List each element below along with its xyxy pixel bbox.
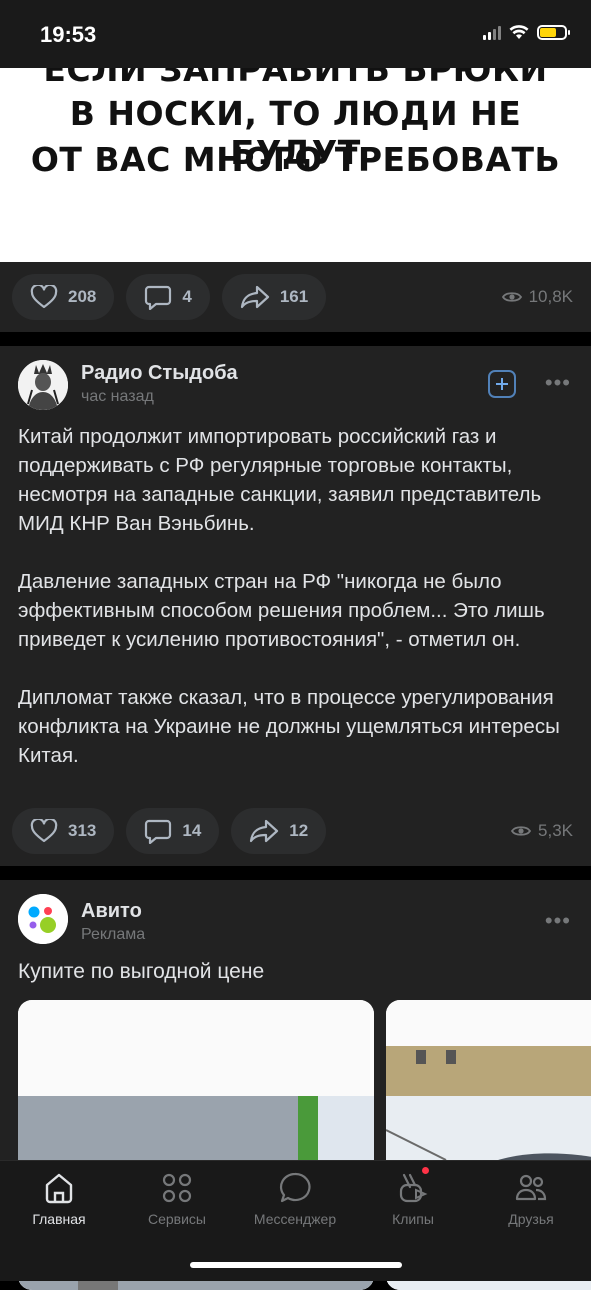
like-count: 208 — [68, 287, 97, 306]
clips-icon — [399, 1173, 428, 1203]
services-icon — [162, 1173, 192, 1203]
tab-home[interactable]: Главная — [0, 1171, 118, 1227]
comment-button[interactable]: 4 — [126, 274, 210, 320]
wifi-icon — [509, 24, 529, 39]
post-body: Китай продолжит импортировать российский… — [18, 425, 560, 767]
post-actions: 313 14 12 — [12, 808, 327, 854]
comment-icon — [145, 285, 172, 310]
heart-icon — [30, 285, 58, 309]
messenger-icon — [279, 1172, 311, 1203]
share-icon — [240, 285, 269, 309]
ad-label: Реклама — [81, 926, 146, 943]
post-image[interactable]: ЕСЛИ ЗАПРАВИТЬ БРЮКИ В НОСКИ, ТО ЛЮДИ НЕ… — [0, 68, 591, 262]
tab-label: Мессенджер — [253, 1211, 337, 1227]
meme-text-line: ЕСЛИ ЗАПРАВИТЬ БРЮКИ — [43, 68, 548, 89]
tab-label: Друзья — [508, 1211, 554, 1227]
more-options-icon[interactable]: ••• — [545, 370, 571, 396]
post-time: час назад — [81, 388, 154, 405]
share-button[interactable]: 12 — [231, 808, 327, 854]
post-meme: ЕСЛИ ЗАПРАВИТЬ БРЮКИ В НОСКИ, ТО ЛЮДИ НЕ… — [0, 68, 591, 332]
tab-label: Клипы — [392, 1211, 434, 1227]
views-counter: 5,3K — [511, 821, 573, 841]
comment-button[interactable]: 14 — [126, 808, 220, 854]
comment-count: 14 — [182, 821, 202, 840]
status-icons — [483, 24, 570, 40]
share-button[interactable]: 161 — [221, 274, 327, 320]
post-text-card: Радио Стыдоба час назад ••• Китай продол… — [0, 346, 591, 866]
status-bar: 19:53 — [0, 0, 591, 68]
more-options-icon[interactable]: ••• — [545, 908, 571, 934]
tab-clips[interactable]: Клипы — [354, 1167, 472, 1227]
post-author[interactable]: Радио Стыдоба — [81, 362, 238, 385]
like-count: 313 — [68, 821, 97, 840]
post-actions: 208 4 161 — [12, 274, 327, 320]
eye-icon — [511, 826, 532, 836]
signal-icon — [483, 24, 501, 40]
views-count: 10,8K — [528, 287, 573, 306]
meme-text-line: ОТ ВАС МНОГО ТРЕБОВАТЬ — [30, 140, 561, 179]
battery-icon — [537, 24, 570, 40]
subscribe-button[interactable] — [488, 370, 516, 398]
tab-services[interactable]: Сервисы — [118, 1171, 236, 1227]
tab-messenger[interactable]: Мессенджер — [236, 1171, 354, 1227]
ad-author[interactable]: Авито — [81, 900, 142, 923]
share-count: 12 — [289, 821, 309, 840]
ad-text: Купите по выгодной цене — [18, 960, 265, 983]
views-count: 5,3K — [538, 821, 573, 840]
views-counter: 10,8K — [501, 287, 573, 307]
heart-icon — [30, 819, 58, 843]
tab-label: Сервисы — [147, 1211, 206, 1227]
like-button[interactable]: 208 — [12, 274, 115, 320]
avatar[interactable] — [18, 360, 68, 410]
eye-icon — [501, 292, 522, 302]
avito-logo[interactable] — [18, 894, 68, 944]
status-time: 19:53 — [40, 22, 97, 47]
like-button[interactable]: 313 — [12, 808, 115, 854]
share-count: 161 — [279, 287, 309, 306]
friends-icon — [515, 1174, 547, 1201]
comment-count: 4 — [182, 287, 192, 306]
share-icon — [250, 819, 279, 843]
home-indicator[interactable] — [190, 1262, 402, 1268]
tab-label: Главная — [32, 1211, 86, 1227]
comment-icon — [145, 819, 172, 844]
tab-friends[interactable]: Друзья — [472, 1171, 590, 1227]
home-icon — [45, 1173, 73, 1204]
notification-badge — [422, 1167, 429, 1174]
